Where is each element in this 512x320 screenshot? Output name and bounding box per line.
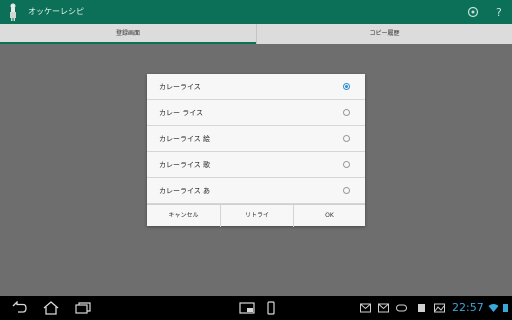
selection-dialog: カレーライス カレー ライス カレーライス 絵 カレーライス 歌 カレーライス … bbox=[147, 74, 365, 227]
svg-text:?: ? bbox=[496, 6, 502, 19]
cancel-button[interactable]: キャンセル bbox=[147, 205, 220, 227]
option-row[interactable]: カレーライス あ bbox=[147, 178, 365, 204]
option-row[interactable]: カレーライス 絵 bbox=[147, 126, 365, 152]
clock[interactable]: 22:57 bbox=[452, 300, 484, 316]
radio-selected-icon[interactable] bbox=[343, 83, 350, 90]
option-label: カレーライス あ bbox=[159, 187, 211, 195]
system-bar: 22:57 bbox=[0, 296, 512, 320]
radio-icon[interactable] bbox=[343, 109, 350, 116]
settings-icon[interactable] bbox=[466, 5, 480, 19]
image-icon[interactable] bbox=[434, 303, 445, 313]
back-icon[interactable] bbox=[10, 301, 28, 315]
wifi-icon[interactable] bbox=[488, 303, 499, 313]
option-row[interactable]: カレーライス bbox=[147, 74, 365, 100]
option-label: カレーライス 絵 bbox=[159, 135, 211, 143]
action-bar: オッケーレシピ ? bbox=[0, 0, 512, 24]
retry-button[interactable]: リトライ bbox=[220, 205, 293, 227]
tab-register-label: 登録画面 bbox=[115, 30, 140, 37]
chef-icon[interactable] bbox=[6, 3, 20, 21]
home-icon[interactable] bbox=[42, 301, 60, 315]
recent-apps-icon[interactable] bbox=[74, 301, 92, 315]
help-icon[interactable]: ? bbox=[492, 5, 506, 19]
app-title: オッケーレシピ bbox=[28, 7, 84, 16]
phone-icon[interactable] bbox=[262, 301, 280, 315]
app-screen: オッケーレシピ ? 登録画面 コピー履歴 カレーライス カレー ライス カレーラ… bbox=[0, 0, 512, 320]
option-label: カレー ライス bbox=[159, 109, 204, 117]
gamepad-icon[interactable] bbox=[396, 303, 407, 313]
option-label: カレーライス bbox=[159, 83, 201, 91]
mail-icon[interactable] bbox=[360, 303, 371, 313]
screenshot-icon[interactable] bbox=[238, 301, 256, 315]
ok-button[interactable]: OK bbox=[293, 205, 365, 227]
battery-icon[interactable] bbox=[500, 303, 511, 313]
radio-icon[interactable] bbox=[343, 187, 350, 194]
tab-bar: 登録画面 コピー履歴 bbox=[0, 24, 512, 45]
notification-icon[interactable] bbox=[416, 303, 427, 313]
tab-copy-history-label: コピー履歴 bbox=[369, 30, 400, 37]
option-row[interactable]: カレーライス 歌 bbox=[147, 152, 365, 178]
option-label: カレーライス 歌 bbox=[159, 161, 211, 169]
radio-icon[interactable] bbox=[343, 135, 350, 142]
email-icon[interactable] bbox=[378, 303, 389, 313]
tab-register[interactable]: 登録画面 bbox=[0, 24, 256, 44]
option-row[interactable]: カレー ライス bbox=[147, 100, 365, 126]
radio-icon[interactable] bbox=[343, 161, 350, 168]
dialog-button-row: キャンセル リトライ OK bbox=[147, 204, 365, 227]
tab-copy-history[interactable]: コピー履歴 bbox=[256, 24, 512, 44]
